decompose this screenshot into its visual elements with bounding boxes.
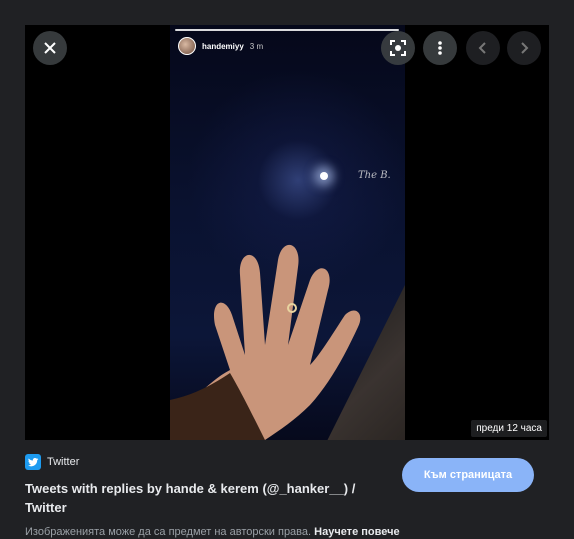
next-button[interactable]	[507, 31, 541, 65]
image-viewer[interactable]: handemiyy 3 m The B. преди 12 часа	[25, 25, 549, 440]
watermark: The B.	[358, 170, 391, 181]
more-vert-icon	[438, 41, 442, 55]
more-options-button[interactable]	[423, 31, 457, 65]
lens-icon	[390, 40, 406, 56]
story-header: handemiyy 3 m	[178, 37, 263, 55]
result-title-link[interactable]: Tweets with replies by hande & kerem (@_…	[25, 479, 395, 517]
lens-button[interactable]	[381, 31, 415, 65]
chevron-right-icon	[521, 42, 529, 54]
timestamp-badge: преди 12 часа	[471, 420, 547, 437]
story-time: 3 m	[249, 41, 264, 51]
close-icon	[44, 42, 56, 54]
learn-more-link[interactable]: Научете повече	[314, 526, 399, 538]
source-name: Twitter	[47, 456, 80, 468]
story-progress-bar	[175, 29, 399, 31]
copyright-text: Изображенията може да са предмет на авто…	[25, 526, 312, 538]
source-row[interactable]: Twitter	[25, 454, 79, 470]
close-button[interactable]	[33, 31, 67, 65]
image-preview-panel: handemiyy 3 m The B. преди 12 часа Twitt…	[0, 0, 574, 539]
moon	[320, 172, 328, 180]
chevron-left-icon	[478, 42, 486, 54]
hand-illustration	[170, 244, 361, 440]
story-username: handemiyy	[202, 41, 244, 51]
avatar	[178, 37, 196, 55]
story-image: handemiyy 3 m The B.	[170, 25, 405, 440]
previous-button[interactable]	[466, 31, 500, 65]
visit-page-button[interactable]: Към страницата	[402, 458, 534, 492]
twitter-icon	[25, 454, 41, 470]
copyright-notice: Изображенията може да са предмет на авто…	[25, 526, 400, 538]
